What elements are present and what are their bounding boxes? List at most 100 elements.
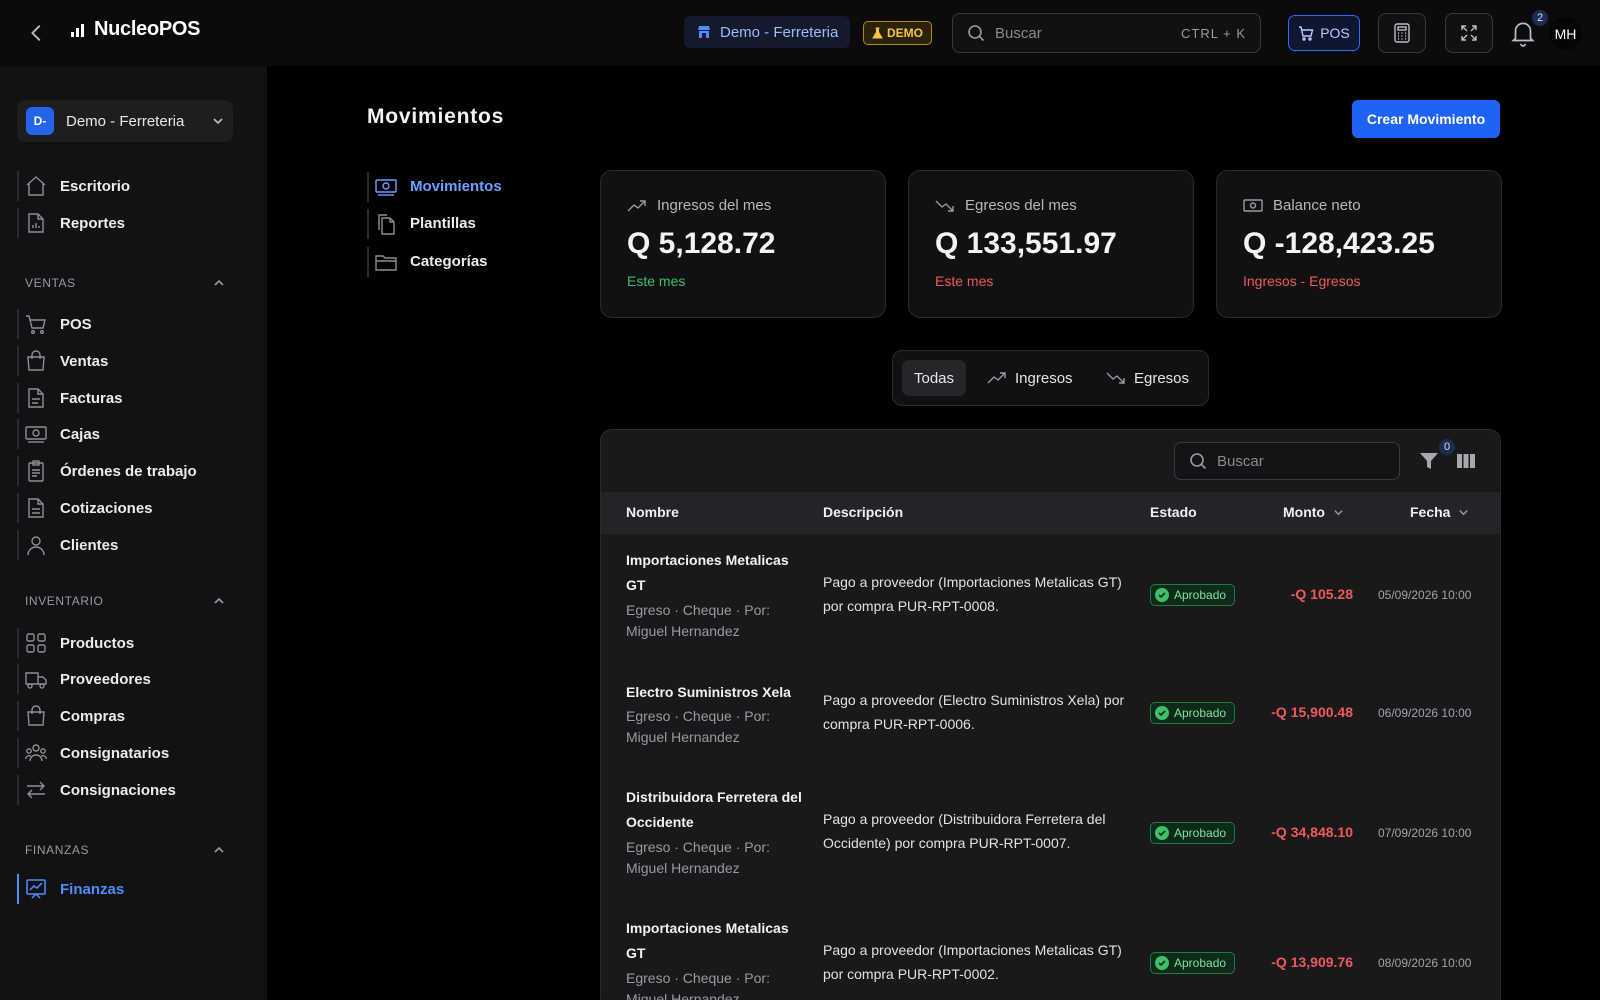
- chevron-down-icon: [1334, 509, 1343, 515]
- sidebar-item-escritorio[interactable]: Escritorio: [17, 171, 237, 201]
- sidebar-item-label: Facturas: [60, 389, 123, 407]
- columns-icon[interactable]: [1455, 450, 1477, 472]
- subnav-movimientos[interactable]: Movimientos: [367, 172, 557, 202]
- movements-table: Buscar 0 Nombre Descripción Estado Monto…: [600, 429, 1501, 1000]
- folder-icon: [375, 255, 397, 271]
- sidebar-item-consignaciones[interactable]: Consignaciones: [17, 775, 237, 805]
- search-shortcut: CTRL + K: [1181, 25, 1246, 41]
- sidebar-item-finanzas[interactable]: Finanzas: [17, 874, 237, 904]
- sidebar-item-label: Consignaciones: [60, 781, 176, 799]
- tab-egresos[interactable]: Egresos: [1094, 360, 1201, 396]
- store-icon: [698, 26, 710, 38]
- sidebar-item-label: Escritorio: [60, 177, 131, 195]
- sidebar-item-ordenes[interactable]: Órdenes de trabajo: [17, 456, 237, 486]
- sidebar-item-label: Clientes: [60, 536, 119, 554]
- column-header-monto[interactable]: Monto: [1283, 504, 1344, 520]
- chevron-down-icon: [1459, 509, 1469, 515]
- section-header-finanzas[interactable]: FINANZAS: [25, 840, 225, 860]
- sidebar-item-reportes[interactable]: Reportes: [17, 208, 237, 238]
- tab-ingresos[interactable]: Ingresos: [975, 360, 1085, 396]
- create-movement-button[interactable]: Crear Movimiento: [1352, 100, 1500, 138]
- fullscreen-button[interactable]: [1445, 13, 1493, 53]
- stat-label: Egresos del mes: [965, 197, 1077, 214]
- invoice-icon: [28, 388, 44, 408]
- sidebar-item-label: Consignatarios: [60, 744, 170, 762]
- row-date: 08/09/2026 10:00: [1378, 956, 1472, 970]
- trend-down-icon: [935, 200, 954, 212]
- cash-icon: [1243, 198, 1263, 212]
- cash-icon: [25, 426, 47, 443]
- stat-card-balance: Balance neto Q -128,423.25 Ingresos - Eg…: [1216, 170, 1502, 318]
- row-description: Pago a proveedor (Electro Suministros Xe…: [823, 692, 1125, 732]
- stat-note: Este mes: [627, 273, 686, 289]
- sidebar-item-label: POS: [60, 315, 92, 333]
- grid-icon: [26, 633, 46, 653]
- trend-up-icon: [627, 199, 646, 211]
- user-avatar[interactable]: MH: [1549, 17, 1582, 50]
- cart-icon: [26, 315, 46, 335]
- arrows-icon: [27, 781, 45, 799]
- cart-icon: [1299, 26, 1314, 41]
- subnav-categorias[interactable]: Categorías: [367, 247, 557, 277]
- sidebar-item-label: Cajas: [60, 425, 101, 443]
- filter-icon[interactable]: [1418, 450, 1440, 472]
- back-arrow-icon[interactable]: [26, 22, 48, 44]
- global-search-input[interactable]: Buscar CTRL + K: [952, 13, 1261, 53]
- chevron-down-icon: [213, 118, 223, 125]
- check-circle-icon: [1155, 706, 1169, 720]
- stat-value: Q 5,128.72: [627, 227, 776, 260]
- column-header-descripcion[interactable]: Descripción: [823, 504, 903, 520]
- table-row[interactable]: Importaciones Metalicas GT Egreso · Cheq…: [601, 916, 1500, 1000]
- table-row[interactable]: Importaciones Metalicas GT Egreso · Cheq…: [601, 548, 1500, 668]
- sidebar-item-ventas[interactable]: Ventas: [17, 346, 237, 376]
- sidebar-item-cotizaciones[interactable]: Cotizaciones: [17, 493, 237, 523]
- pos-button[interactable]: POS: [1288, 15, 1360, 51]
- sidebar: D- Demo - Ferreteria Escritorio Reportes…: [0, 66, 267, 1000]
- store-selector[interactable]: Demo - Ferreteria: [684, 16, 851, 48]
- report-icon: [28, 213, 44, 233]
- table-search-input[interactable]: Buscar: [1174, 442, 1400, 480]
- sidebar-item-proveedores[interactable]: Proveedores: [17, 664, 237, 694]
- stat-note: Ingresos - Egresos: [1243, 273, 1361, 289]
- sidebar-item-productos[interactable]: Productos: [17, 628, 237, 658]
- brand-name: NucleoPOS: [94, 18, 200, 40]
- column-header-nombre[interactable]: Nombre: [626, 504, 679, 520]
- tab-todas[interactable]: Todas: [902, 360, 967, 396]
- sidebar-item-clientes[interactable]: Clientes: [17, 530, 237, 560]
- row-amount: -Q 15,900.48: [1271, 704, 1353, 720]
- chevron-up-icon: [214, 597, 224, 604]
- sidebar-item-label: Cotizaciones: [60, 499, 153, 517]
- column-header-fecha[interactable]: Fecha: [1410, 504, 1469, 520]
- stat-label: Ingresos del mes: [657, 197, 772, 214]
- sidebar-item-facturas[interactable]: Facturas: [17, 383, 237, 413]
- column-header-estado[interactable]: Estado: [1150, 504, 1197, 520]
- row-meta: Egreso · Cheque · Por: Miguel Hernandez: [626, 839, 770, 876]
- brand-logo[interactable]: NucleoPOS: [70, 18, 200, 41]
- sidebar-item-label: Ventas: [60, 352, 109, 370]
- subnav-label: Movimientos: [410, 178, 502, 195]
- status-badge: Aprobado: [1150, 822, 1236, 844]
- bell-icon[interactable]: [1510, 18, 1536, 48]
- row-name: Importaciones Metalicas GT: [626, 552, 789, 593]
- users-icon: [25, 744, 47, 762]
- sidebar-item-pos[interactable]: POS: [17, 309, 237, 339]
- calculator-button[interactable]: [1378, 13, 1426, 53]
- row-date: 07/09/2026 10:00: [1378, 826, 1472, 840]
- bag-icon: [27, 350, 45, 371]
- stat-card-egresos: Egresos del mes Q 133,551.97 Este mes: [908, 170, 1194, 318]
- type-filter-tabs: Todas Ingresos Egresos: [892, 350, 1209, 406]
- sidebar-item-consignatarios[interactable]: Consignatarios: [17, 738, 237, 768]
- sidebar-item-cajas[interactable]: Cajas: [17, 419, 237, 449]
- store-name: Demo - Ferreteria: [720, 23, 839, 41]
- section-header-ventas[interactable]: VENTAS: [25, 273, 225, 293]
- sidebar-item-label: Productos: [60, 634, 135, 652]
- row-meta: Egreso · Cheque · Por: Miguel Hernandez: [626, 970, 770, 1000]
- sidebar-item-compras[interactable]: Compras: [17, 701, 237, 731]
- table-row[interactable]: Distribuidora Ferretera del Occidente Eg…: [601, 785, 1500, 905]
- company-selector[interactable]: D- Demo - Ferreteria: [17, 100, 233, 142]
- calculator-icon: [1394, 23, 1410, 43]
- subnav-plantillas[interactable]: Plantillas: [367, 209, 557, 239]
- section-header-inventario[interactable]: INVENTARIO: [25, 591, 225, 611]
- table-row[interactable]: Electro Suministros Xela Egreso · Cheque…: [601, 680, 1500, 780]
- chevron-up-icon: [214, 846, 224, 853]
